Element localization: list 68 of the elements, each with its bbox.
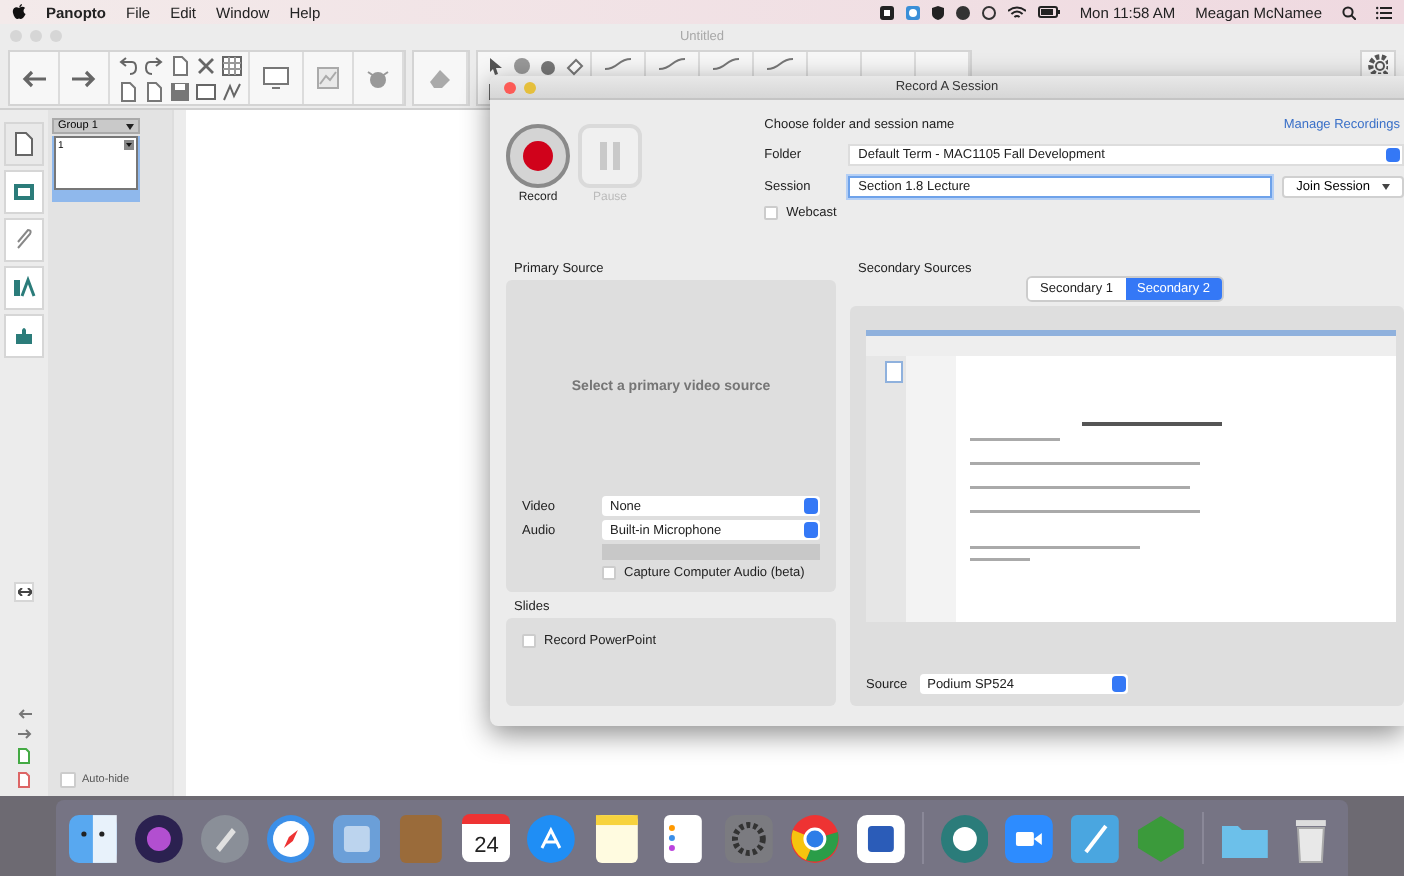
- grid-icon[interactable]: [221, 55, 241, 75]
- browser-icon[interactable]: [789, 813, 840, 863]
- video-camera-icon[interactable]: [1004, 813, 1055, 863]
- face-icon[interactable]: [68, 813, 118, 863]
- puzzle-icon: [12, 324, 36, 348]
- record-powerpoint-checkbox[interactable]: [522, 634, 536, 648]
- shape-icon[interactable]: [537, 55, 557, 75]
- screen-icon[interactable]: [195, 81, 215, 101]
- settings-icon[interactable]: [723, 813, 774, 863]
- double-arrow-icon: [17, 588, 31, 596]
- dropdown-arrow-icon: [126, 123, 134, 129]
- search-icon[interactable]: [1342, 5, 1356, 19]
- undo-icon[interactable]: [117, 55, 137, 75]
- shield-icon[interactable]: [931, 5, 944, 19]
- pause-icon: [598, 142, 622, 171]
- auto-hide-checkbox[interactable]: [60, 772, 76, 788]
- curve-icon: [604, 58, 632, 70]
- sidebar-tab[interactable]: [4, 218, 44, 262]
- settings-icon: [1368, 54, 1388, 74]
- curve-icon: [712, 58, 740, 70]
- add-page-icon[interactable]: [18, 748, 30, 764]
- delete-page-icon[interactable]: [18, 772, 30, 788]
- record-icon: [522, 140, 554, 173]
- curve-icon: [658, 58, 686, 70]
- capture-audio-checkbox[interactable]: [602, 566, 616, 580]
- eraser-icon: [426, 66, 454, 90]
- settings-button[interactable]: [1360, 50, 1396, 78]
- pen-icon[interactable]: [221, 81, 241, 101]
- picture-icon: [316, 66, 340, 90]
- collapse-button[interactable]: [14, 582, 34, 602]
- pointer-icon[interactable]: [485, 55, 505, 75]
- ring-icon[interactable]: [939, 813, 989, 863]
- close-icon[interactable]: [195, 55, 215, 75]
- app-store-icon[interactable]: [526, 813, 577, 863]
- wifi-icon[interactable]: [1007, 5, 1026, 19]
- page-icon: [12, 132, 36, 156]
- forward-arrow-icon: [72, 69, 96, 87]
- apple-icon: [12, 4, 26, 20]
- battery-icon[interactable]: [1037, 6, 1060, 18]
- pencil-icon[interactable]: [1070, 813, 1121, 863]
- close-window-button[interactable]: [504, 82, 516, 94]
- image-icon: [12, 180, 36, 204]
- menu-icon[interactable]: [1376, 5, 1392, 19]
- monitor-icon: [262, 66, 290, 90]
- sidebar-tab[interactable]: [4, 122, 44, 166]
- checklist-icon[interactable]: [658, 813, 708, 863]
- dropdown-arrow-icon: [124, 140, 134, 150]
- text-style-icon: [12, 276, 36, 300]
- sidebar-tab[interactable]: [4, 170, 44, 214]
- back-arrow-icon: [22, 69, 46, 87]
- record-button[interactable]: [506, 124, 570, 189]
- curve-icon: [766, 58, 794, 70]
- sidebar-tab[interactable]: [4, 266, 44, 310]
- dropdown-arrow-icon: [1382, 183, 1390, 190]
- status-icon[interactable]: [879, 5, 894, 19]
- webcast-checkbox[interactable]: [764, 206, 779, 221]
- redo-icon[interactable]: [143, 55, 163, 75]
- bug-icon: [366, 66, 390, 90]
- paperclip-icon: [12, 228, 36, 252]
- sidebar-tab[interactable]: [4, 314, 44, 358]
- orb-icon[interactable]: [133, 813, 184, 863]
- calendar-icon[interactable]: 24: [462, 814, 511, 862]
- compass-icon[interactable]: [265, 813, 316, 863]
- forward-arrow-icon[interactable]: [17, 728, 31, 740]
- notes-icon[interactable]: [592, 813, 643, 863]
- back-arrow-icon[interactable]: [17, 708, 31, 720]
- circle-icon[interactable]: [511, 55, 531, 75]
- save-icon[interactable]: [169, 81, 189, 101]
